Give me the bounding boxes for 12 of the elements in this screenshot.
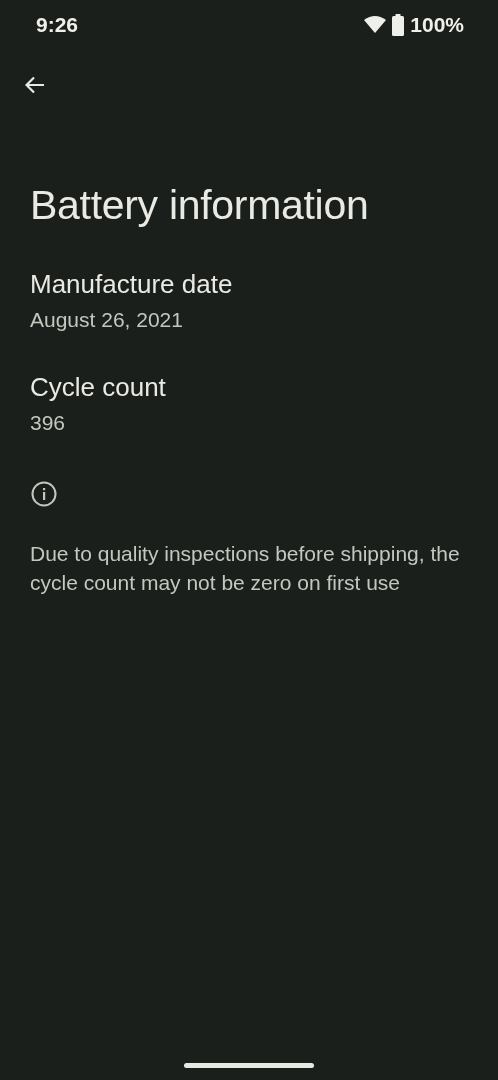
info-icon [31, 481, 57, 507]
page-title: Battery information [30, 182, 370, 229]
status-time: 9:26 [36, 13, 79, 37]
battery-icon [392, 14, 405, 36]
item-value: August 26, 2021 [30, 308, 184, 332]
item-label: Manufacture date [30, 269, 234, 300]
wifi-icon [364, 16, 387, 34]
item-label: Cycle count [30, 372, 167, 403]
item-value: 396 [30, 411, 67, 435]
info-text: Due to quality inspections before shipping, the cycle count may not be zero on first use [30, 541, 461, 596]
battery-percentage: 100% [410, 13, 464, 37]
back-arrow-icon [25, 76, 45, 94]
